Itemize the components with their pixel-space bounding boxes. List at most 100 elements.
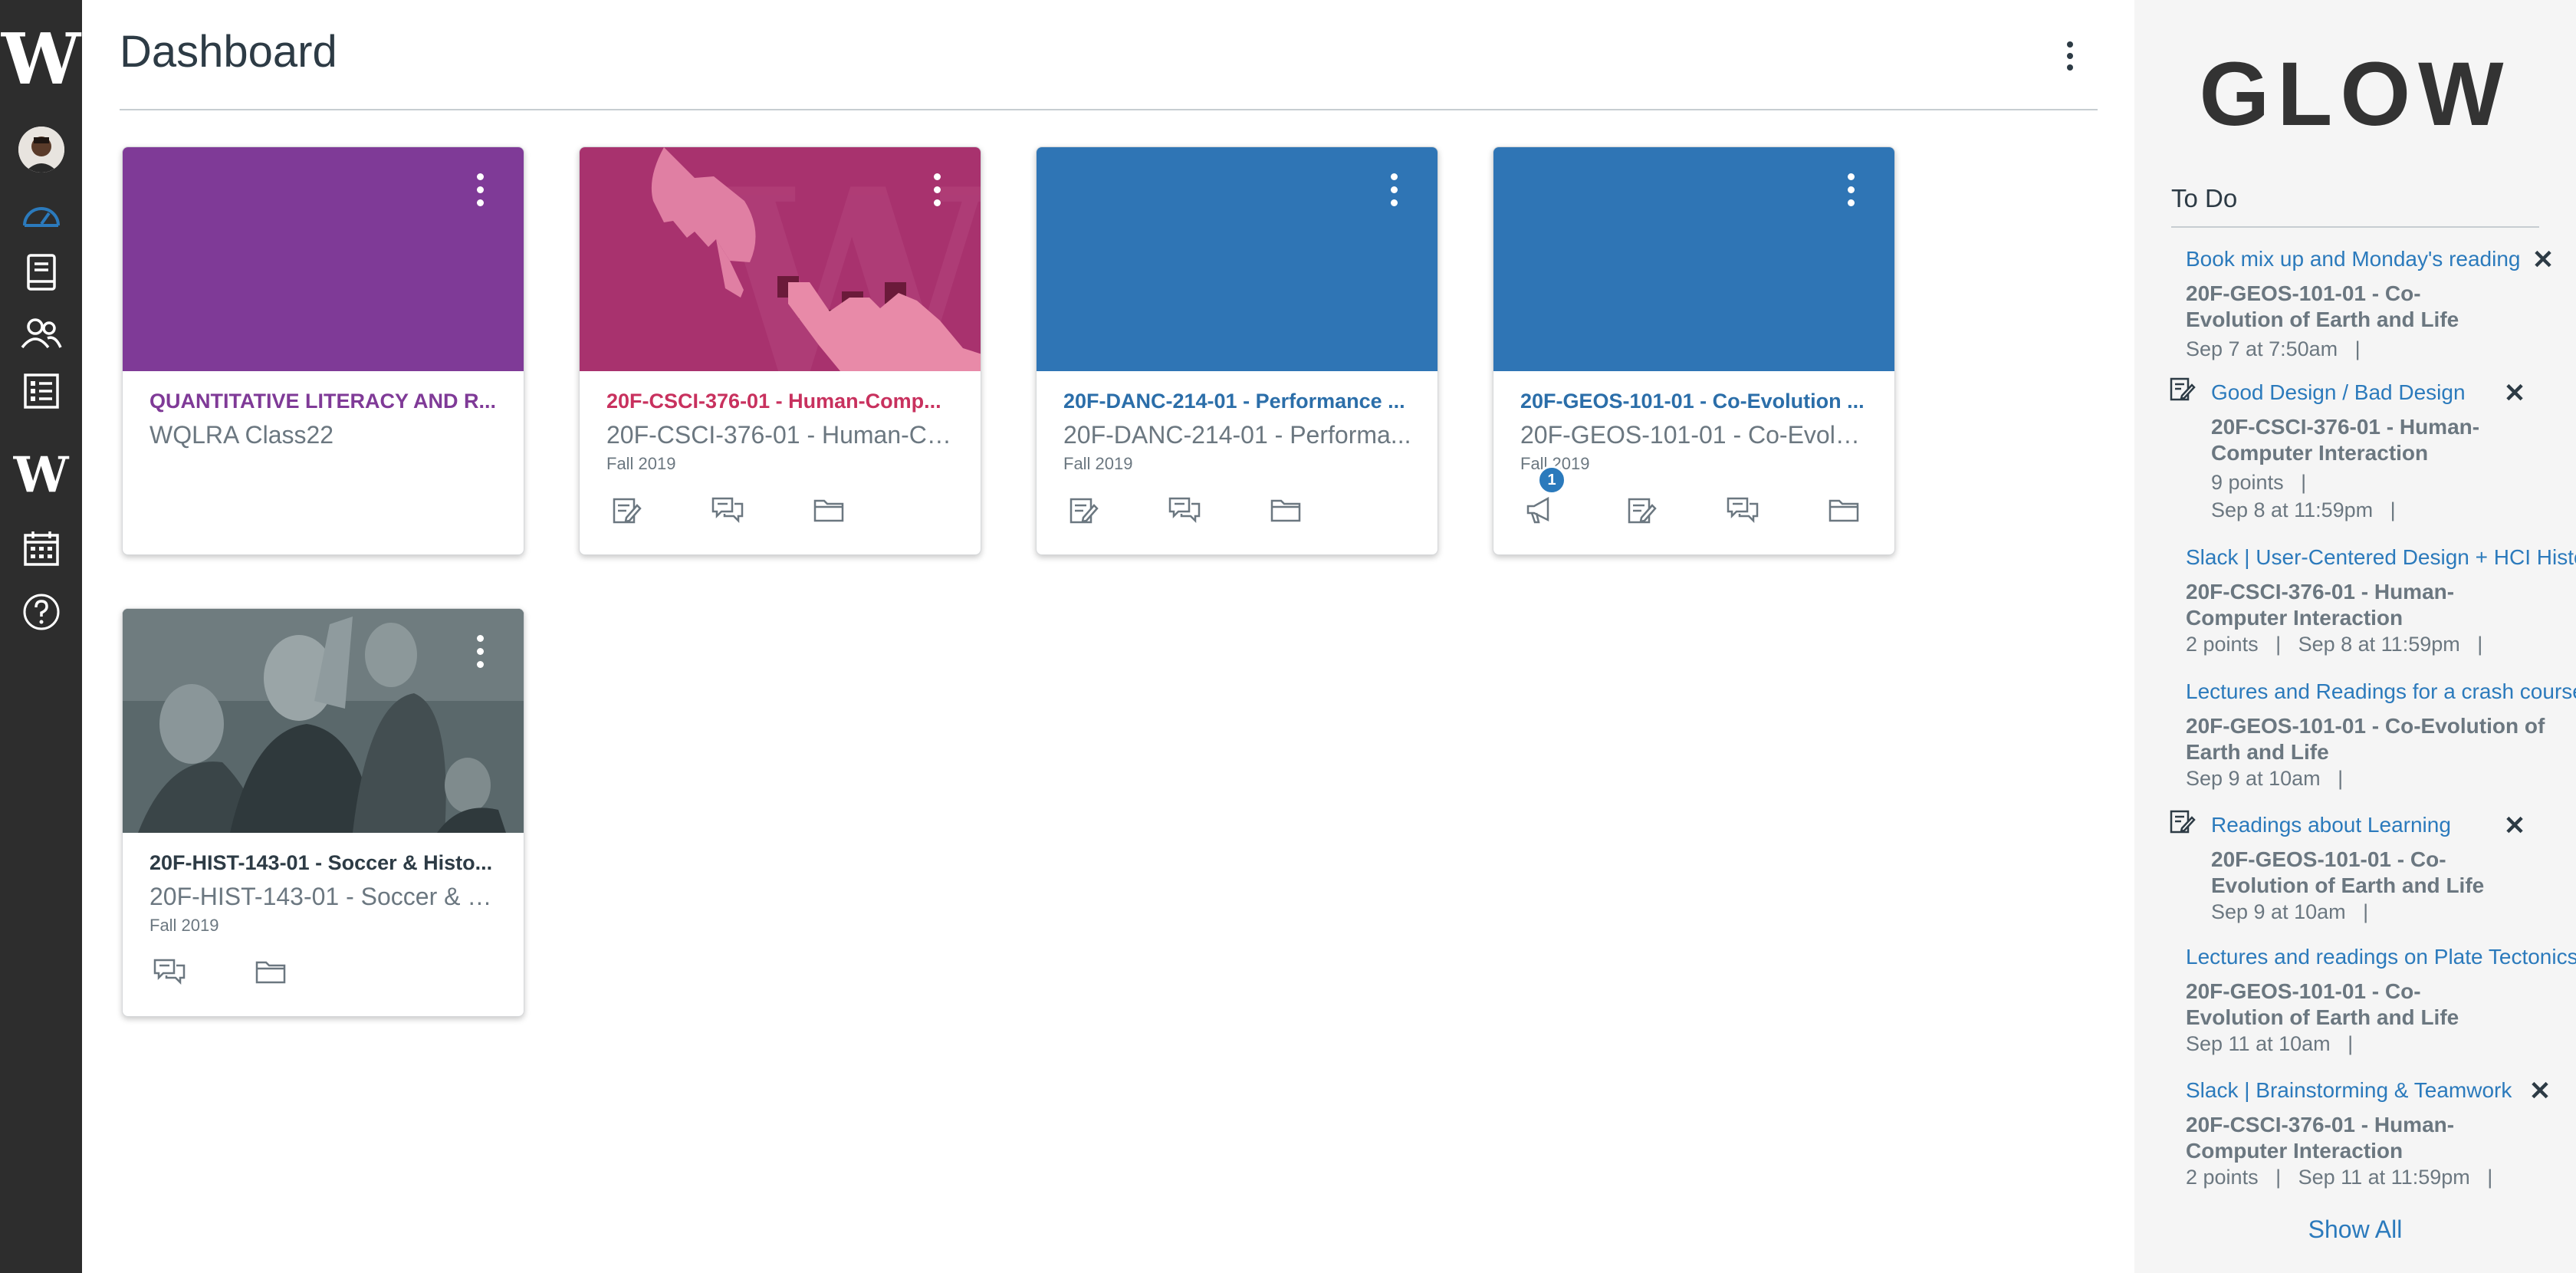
kebab-dot [2067, 53, 2073, 59]
assignments-link[interactable] [607, 491, 646, 529]
kebab-dot [1390, 186, 1398, 193]
assignments-icon [1628, 498, 1657, 524]
announcements-link[interactable]: 1 [1521, 465, 1566, 529]
kebab-dot [1847, 186, 1855, 193]
course-card-title[interactable]: 20F-CSCI-376-01 - Human-Comp... [606, 390, 955, 413]
header-divider [120, 109, 2098, 110]
unread-badge: 1 [1537, 465, 1566, 495]
account-avatar[interactable] [0, 123, 82, 176]
course-card-subtitle: 20F-DANC-214-01 - Performa... [1063, 421, 1411, 449]
course-card-header[interactable] [123, 147, 524, 371]
kebab-dot [1390, 173, 1398, 180]
nav-help[interactable] [0, 589, 82, 635]
assignments-link[interactable] [1622, 491, 1661, 529]
assignments-link[interactable] [1064, 491, 1102, 529]
card-options-button[interactable] [925, 170, 948, 209]
dashboard-options-button[interactable] [2053, 37, 2087, 75]
todo-points: 9 points | [2211, 471, 2307, 494]
course-card-header[interactable]: W [580, 147, 981, 371]
kebab-dot [2067, 64, 2073, 71]
dismiss-todo-button[interactable]: ✕ [2503, 380, 2526, 406]
todo-title-link[interactable]: Book mix up and Monday's reading [2186, 247, 2521, 271]
files-link[interactable] [251, 952, 290, 991]
course-card[interactable]: 20F-DANC-214-01 - Performance ... 20F-DA… [1036, 146, 1438, 555]
kebab-dot [1847, 199, 1855, 206]
course-card[interactable]: W 20F-CSCI-376-01 - Human-Comp... 20F-CS… [579, 146, 981, 555]
show-all-link[interactable]: Show All [2134, 1215, 2576, 1244]
todo-course: 20F-CSCI-376-01 - Human-Computer Interac… [2211, 415, 2480, 465]
todo-title-link[interactable]: Lectures and Readings for a crash course… [2186, 679, 2576, 704]
card-options-button[interactable] [468, 170, 491, 209]
nav-groups[interactable] [0, 311, 82, 357]
dashboard-icon [22, 207, 60, 227]
course-card-header[interactable] [1037, 147, 1438, 371]
todo-title-link[interactable]: Readings about Learning [2211, 813, 2451, 837]
discussions-link[interactable] [1165, 491, 1204, 529]
global-nav: W W [0, 0, 82, 1273]
course-card-header[interactable] [1493, 147, 1894, 371]
discussions-link[interactable] [708, 491, 747, 529]
course-card-term: Fall 2019 [150, 916, 219, 935]
files-icon [255, 961, 286, 984]
calendar-icon [23, 531, 59, 566]
assignment-icon [2170, 810, 2196, 834]
kebab-dot [476, 173, 484, 180]
discussions-link[interactable] [1723, 491, 1762, 529]
glow-brand: GLOW [2199, 44, 2512, 145]
card-options-button[interactable] [1839, 170, 1862, 209]
todo-title-link[interactable]: Lectures and readings on Plate Tectonics [2186, 945, 2576, 969]
todo-title-link[interactable]: Slack | User-Centered Design + HCI Histo… [2186, 545, 2576, 570]
course-card-actions [1037, 491, 1438, 537]
nav-courses[interactable] [0, 249, 82, 295]
nav-dashboard[interactable] [0, 192, 82, 238]
discussions-icon [1168, 497, 1201, 524]
kebab-dot [1390, 199, 1398, 206]
kebab-dot [476, 660, 484, 668]
course-card-title[interactable]: QUANTITATIVE LITERACY AND R... [150, 390, 498, 413]
dismiss-todo-button[interactable]: ✕ [2503, 813, 2526, 839]
files-link[interactable] [1825, 491, 1863, 529]
nav-williams[interactable]: W [0, 445, 82, 506]
files-link[interactable] [1267, 491, 1305, 529]
course-card-actions [123, 952, 524, 998]
kebab-dot [476, 634, 484, 642]
card-options-button[interactable] [468, 632, 491, 670]
kebab-dot [476, 647, 484, 655]
kebab-dot [1847, 173, 1855, 180]
todo-divider [2171, 226, 2539, 228]
course-card[interactable]: 20F-GEOS-101-01 - Co-Evolution ... 20F-G… [1493, 146, 1895, 555]
course-card-title[interactable]: 20F-HIST-143-01 - Soccer & Histo... [150, 851, 498, 875]
todo-title-link[interactable]: Slack | Brainstorming & Teamwork [2186, 1078, 2512, 1103]
files-icon [1829, 499, 1859, 522]
nav-assignments[interactable] [0, 368, 82, 414]
card-options-button[interactable] [1382, 170, 1405, 209]
dismiss-todo-button[interactable]: ✕ [2528, 1078, 2551, 1104]
course-card-title[interactable]: 20F-DANC-214-01 - Performance ... [1063, 390, 1412, 413]
todo-course: 20F-GEOS-101-01 - Co-Evolution of Earth … [2186, 714, 2545, 764]
todo-course: 20F-CSCI-376-01 - Human-Computer Interac… [2186, 1113, 2455, 1163]
kebab-dot [476, 186, 484, 193]
todo-meta: Sep 9 at 10am | [2186, 767, 2344, 790]
todo-heading: To Do [2171, 184, 2238, 212]
course-card[interactable]: QUANTITATIVE LITERACY AND R... WQLRA Cla… [122, 146, 524, 555]
kebab-dot [2067, 41, 2073, 48]
files-link[interactable] [810, 491, 848, 529]
discussions-icon [1727, 497, 1759, 524]
todo-course: 20F-GEOS-101-01 - Co-Evolution of Earth … [2186, 281, 2459, 331]
todo-title-link[interactable]: Good Design / Bad Design [2211, 380, 2466, 405]
course-card[interactable]: 20F-HIST-143-01 - Soccer & Histo... 20F-… [122, 608, 524, 1017]
course-card-subtitle: 20F-CSCI-376-01 - Human-Co... [606, 421, 955, 449]
kebab-dot [476, 199, 484, 206]
todo-course: 20F-GEOS-101-01 - Co-Evolution of Earth … [2211, 847, 2485, 897]
nav-calendar[interactable] [0, 525, 82, 571]
williams-logo[interactable]: W [0, 17, 82, 101]
discussions-link[interactable] [150, 952, 189, 991]
assignments-icon [23, 373, 59, 409]
announcements-icon [1526, 496, 1549, 524]
soccer-photo [123, 609, 524, 833]
dismiss-todo-button[interactable]: ✕ [2532, 247, 2555, 273]
course-card-header[interactable] [123, 609, 524, 833]
course-card-title[interactable]: 20F-GEOS-101-01 - Co-Evolution ... [1520, 390, 1869, 413]
page-title: Dashboard [120, 27, 337, 77]
course-card-term: Fall 2019 [1063, 454, 1133, 473]
